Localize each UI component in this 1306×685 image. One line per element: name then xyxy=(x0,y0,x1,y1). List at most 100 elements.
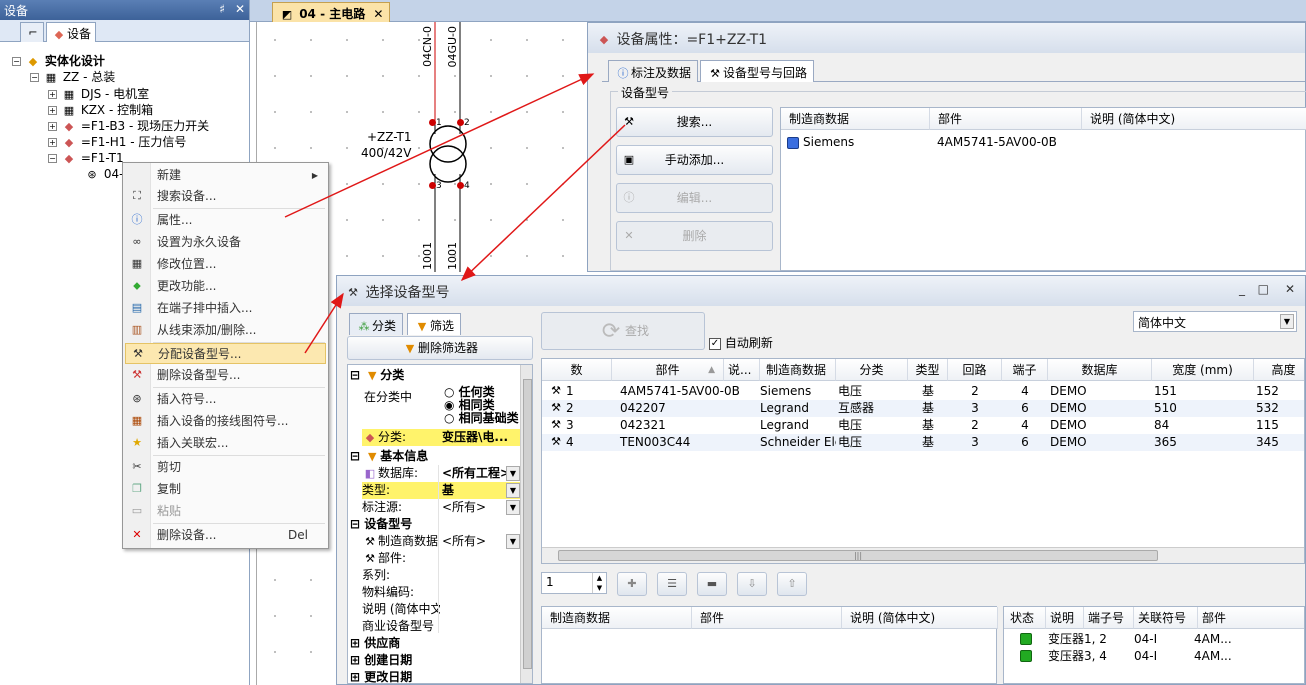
tree-node-root[interactable]: − ◆ 实体化设计 xyxy=(12,53,105,69)
column-header[interactable]: 部件 ▲ xyxy=(612,359,724,381)
menu-item-insert-wiring-symbol[interactable]: ▦ 插入设备的接线图符号... xyxy=(125,411,326,432)
menu-item-set-permanent[interactable]: ∞ 设置为永久设备 xyxy=(125,232,326,253)
tab-device-model-circuit[interactable]: ⚒ 设备型号与回路 xyxy=(700,60,815,82)
menu-item-search-device[interactable]: ⛶ 搜索设备... xyxy=(125,186,326,207)
filter-row-series[interactable]: 系列: xyxy=(362,567,390,584)
column-header[interactable]: 端子 xyxy=(1002,359,1048,381)
column-header[interactable]: 制造商数据 xyxy=(760,359,836,381)
radio-same-base-class[interactable]: ○ 相同基础类 xyxy=(444,411,520,425)
filter-row-database[interactable]: ◧ 数据库: <所有工程> ▼ xyxy=(362,465,520,482)
move-down-button[interactable]: ⇩ xyxy=(737,572,767,596)
column-header[interactable]: 部件 xyxy=(930,108,1082,130)
column-header[interactable]: 说... xyxy=(724,359,760,381)
tree-node-04[interactable]: ⊛ 04- xyxy=(84,166,123,182)
tab-annotation-data[interactable]: ⓘ 标注及数据 xyxy=(608,60,699,82)
column-header[interactable]: 说明 (简体中文) xyxy=(842,607,998,629)
menu-item-cut[interactable]: ✂ 剪切 xyxy=(125,457,326,478)
remove-row-button[interactable]: ▬ xyxy=(697,572,727,596)
find-button[interactable]: ⟳ 查找 xyxy=(541,312,705,350)
pin-icon[interactable]: ♯ xyxy=(219,2,225,16)
table-row[interactable]: ⚒4TEN003C44Schneider Ele...电压基36DEMO3653… xyxy=(542,434,1304,451)
menu-item-insert-symbol[interactable]: ⊛ 插入符号... xyxy=(125,389,326,410)
column-header[interactable]: 说明 (简体中文) xyxy=(1082,108,1306,130)
menu-item-harness[interactable]: ▥ 从线束添加/删除... xyxy=(125,320,326,341)
column-header[interactable]: 制造商数据 xyxy=(542,607,692,629)
filter-scrollbar[interactable] xyxy=(520,365,532,683)
table-row[interactable]: 变压器1, 2 04-I 4AM... xyxy=(1004,631,1304,648)
column-header[interactable]: 回路 xyxy=(948,359,1002,381)
column-header[interactable]: 部件 xyxy=(692,607,842,629)
filter-row-description[interactable]: 说明 (简体中文 xyxy=(362,601,440,618)
filter-row-class[interactable]: ◆ 分类: 变压器\电... xyxy=(362,429,520,446)
menu-item-insert-macro[interactable]: ★ 插入关联宏... xyxy=(125,433,326,454)
horizontal-scrollbar[interactable]: ||| xyxy=(542,547,1304,563)
menu-item-delete-model[interactable]: ⚒ 删除设备型号... xyxy=(125,365,326,386)
column-header[interactable]: 宽度 (mm) xyxy=(1152,359,1254,381)
delete-button[interactable]: ✕ 删除 xyxy=(616,221,773,251)
table-row[interactable]: Siemens 4AM5741-5AV00-0B xyxy=(787,134,1287,151)
menu-item-assign-model[interactable]: ⚒ 分配设备型号... xyxy=(125,343,326,364)
tab-tree-view[interactable]: ⌐ xyxy=(20,22,44,42)
column-header[interactable]: 高度 xyxy=(1254,359,1304,381)
radio-any-class[interactable]: ○ 任何类 xyxy=(444,385,495,399)
close-icon[interactable]: ✕ xyxy=(235,2,245,16)
language-select[interactable]: 简体中文 ▼ xyxy=(1133,311,1297,332)
table-row[interactable]: ⚒ 1 4AM5741-5AV00-0B Siemens 电压基 2 4 DEMO 151 152 xyxy=(542,383,1304,400)
table-row[interactable]: ⚒ 2 042207 Legrand 互感器基 3 6 DEMO 510 532 xyxy=(542,400,1304,417)
column-header[interactable]: 分类 xyxy=(836,359,908,381)
tree-node-zz[interactable]: − ▦ ZZ - 总装 xyxy=(30,69,115,85)
auto-refresh-checkbox[interactable]: ✓ 自动刷新 xyxy=(709,334,773,351)
quantity-stepper[interactable]: 1 ▲ ▼ xyxy=(541,572,607,594)
column-header[interactable]: 制造商数据 xyxy=(781,108,930,130)
menu-item-properties[interactable]: ⓘ 属性... xyxy=(125,210,326,231)
tree-node-f1-b3[interactable]: + ◆ =F1-B3 - 现场压力开关 xyxy=(48,118,209,134)
minimize-button[interactable]: _ xyxy=(1239,282,1245,296)
tree-node-f1-t1[interactable]: − ◆ =F1-T1 xyxy=(48,150,124,166)
filter-row-annotation[interactable]: 标注源: <所有> ▼ xyxy=(362,499,520,516)
filter-row-commercial[interactable]: 商业设备型号 xyxy=(362,618,434,635)
table-row[interactable]: ⚒ 3 042321 Legrand 电压基 2 4 DEMO 84 115 xyxy=(542,417,1304,434)
filter-section-modified[interactable]: ⊞ 更改日期 xyxy=(350,669,412,683)
clear-filter-button[interactable]: ▼ 删除筛选器 xyxy=(347,336,533,360)
column-header[interactable]: 说明 xyxy=(1046,607,1084,629)
column-header[interactable]: 类型 xyxy=(908,359,948,381)
column-header[interactable]: 关联符号 xyxy=(1134,607,1198,629)
table-row[interactable]: 变压器3, 4 04-I 4AM... xyxy=(1004,648,1304,665)
filter-section-basic[interactable]: ⊟ ▼ 基本信息 xyxy=(350,448,428,465)
maximize-button[interactable]: □ xyxy=(1258,282,1269,296)
menu-item-copy[interactable]: ❐ 复制 xyxy=(125,479,326,500)
manual-add-button[interactable]: ▣ 手动添加... xyxy=(616,145,773,175)
menu-item-new[interactable]: 新建 ▶ xyxy=(125,165,326,186)
filter-row-material[interactable]: 物料编码: xyxy=(362,584,414,601)
close-icon[interactable]: ✕ xyxy=(373,7,383,21)
column-header[interactable]: 端子号 xyxy=(1084,607,1134,629)
filter-section-created[interactable]: ⊞ 创建日期 xyxy=(350,652,412,669)
tree-node-f1-h1[interactable]: + ◆ =F1-H1 - 压力信号 xyxy=(48,134,186,150)
close-button[interactable]: ✕ xyxy=(1285,282,1295,296)
search-button[interactable]: ⚒ 搜索... xyxy=(616,107,773,137)
filter-row-type[interactable]: 类型: 基 ▼ xyxy=(362,482,520,499)
filter-row-part[interactable]: ⚒ 部件: xyxy=(362,550,406,567)
menu-item-change-function[interactable]: ⬥ 更改功能... xyxy=(125,276,326,297)
column-header[interactable]: 部件 xyxy=(1198,607,1304,629)
tab-classify[interactable]: ⁂ 分类 xyxy=(349,313,404,335)
filter-section-class[interactable]: ⊟ ▼ 分类 xyxy=(350,367,404,384)
tab-devices[interactable]: ◆ 设备 xyxy=(46,22,97,42)
column-header[interactable]: 状态 xyxy=(1004,607,1046,629)
edit-button[interactable]: ⓘ 编辑... xyxy=(616,183,773,213)
radio-same-class[interactable]: ◉ 相同类 xyxy=(444,398,495,412)
filter-section-supplier[interactable]: ⊞ 供应商 xyxy=(350,635,400,652)
filter-section-model[interactable]: ⊟ 设备型号 xyxy=(350,516,412,533)
filter-row-manufacturer[interactable]: ⚒ 制造商数据 <所有> ▼ xyxy=(362,533,520,550)
column-header[interactable]: 数据库 xyxy=(1048,359,1152,381)
menu-item-paste[interactable]: ▭ 粘贴 xyxy=(125,501,326,522)
tab-filter[interactable]: ▼ 筛选 xyxy=(407,313,462,335)
edit-row-button[interactable]: ☰ xyxy=(657,572,687,596)
tab-main-circuit[interactable]: ◩ 04 - 主电路 ✕ xyxy=(272,2,391,22)
column-header[interactable]: 数 xyxy=(542,359,612,381)
tree-node-kzx[interactable]: + ▦ KZX - 控制箱 xyxy=(48,102,153,118)
add-row-button[interactable]: ✚ xyxy=(617,572,647,596)
menu-item-change-location[interactable]: ▦ 修改位置... xyxy=(125,254,326,275)
tree-node-djs[interactable]: + ▦ DJS - 电机室 xyxy=(48,86,149,102)
move-up-button[interactable]: ⇧ xyxy=(777,572,807,596)
